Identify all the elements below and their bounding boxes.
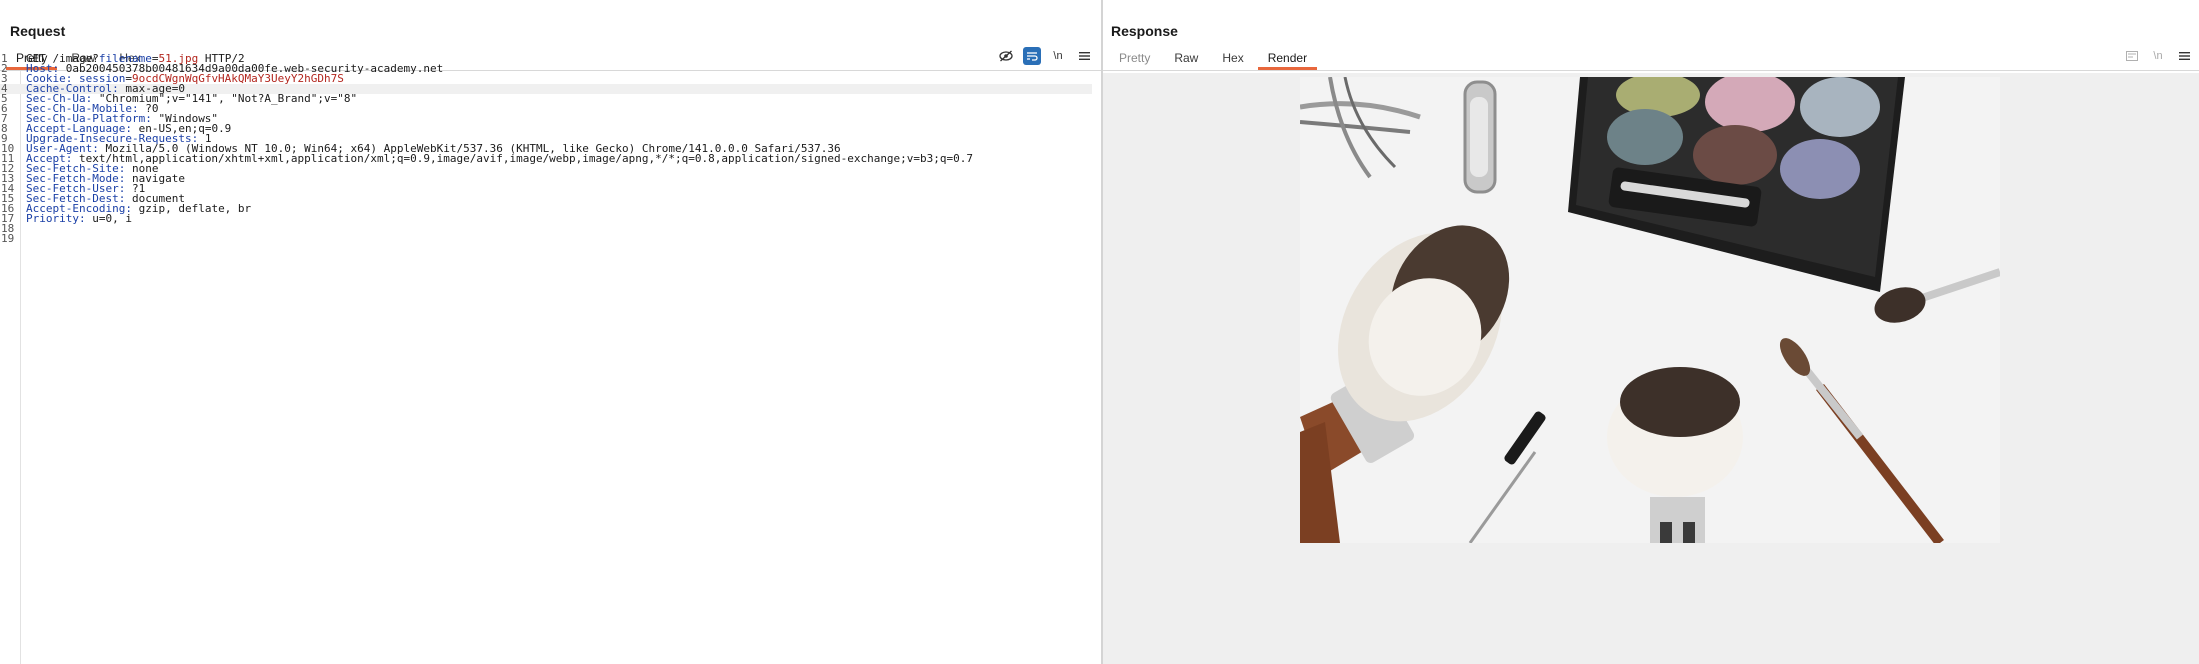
response-pane: Response Pretty Raw Hex Render \n [1103, 0, 2199, 664]
menu-icon[interactable] [2175, 47, 2193, 65]
code-line[interactable]: 5 Sec-Ch-Ua: "Chromium";v="141", "Not?A_B… [0, 93, 1092, 104]
render-view [1103, 73, 2199, 664]
response-tab-raw[interactable]: Raw [1162, 48, 1210, 70]
response-tab-rule [1103, 70, 2199, 71]
makeup-brushes-image [1300, 77, 2000, 543]
newline-toggle[interactable]: \n [2149, 47, 2167, 65]
request-editor[interactable]: 1 GET /image?filename=51.jpg HTTP/2 2 Host:… [0, 53, 1101, 664]
rendered-image [1300, 77, 2000, 543]
line-content: Priority: u=0, i [26, 213, 132, 224]
word-wrap-icon[interactable] [2123, 47, 2141, 65]
response-tab-render[interactable]: Render [1256, 48, 1319, 70]
code-line[interactable]: 19 [0, 232, 1092, 245]
code-line[interactable]: 18 [0, 223, 1092, 234]
code-line[interactable]: 13 Sec-Fetch-Mode: navigate [0, 173, 1092, 184]
response-tab-pretty[interactable]: Pretty [1107, 48, 1162, 70]
code-line[interactable]: 11 Accept: text/html,application/xhtml+xm… [0, 153, 1092, 164]
response-title: Response [1111, 23, 1178, 39]
response-toolbar: \n [2123, 47, 2193, 65]
code-line[interactable]: 17 Priority: u=0, i [0, 213, 1092, 224]
line-number: 19 [1, 232, 15, 245]
request-title: Request [10, 23, 66, 39]
request-pane: Request Pretty Raw Hex \n 1 GET /image?fi… [0, 0, 1101, 664]
line-content: Accept: text/html,application/xhtml+xml,… [26, 153, 973, 164]
response-tab-hex[interactable]: Hex [1210, 48, 1255, 70]
response-tabs: Pretty Raw Hex Render [1107, 48, 1319, 70]
code-line[interactable]: 16 Accept-Encoding: gzip, deflate, br [0, 203, 1092, 214]
